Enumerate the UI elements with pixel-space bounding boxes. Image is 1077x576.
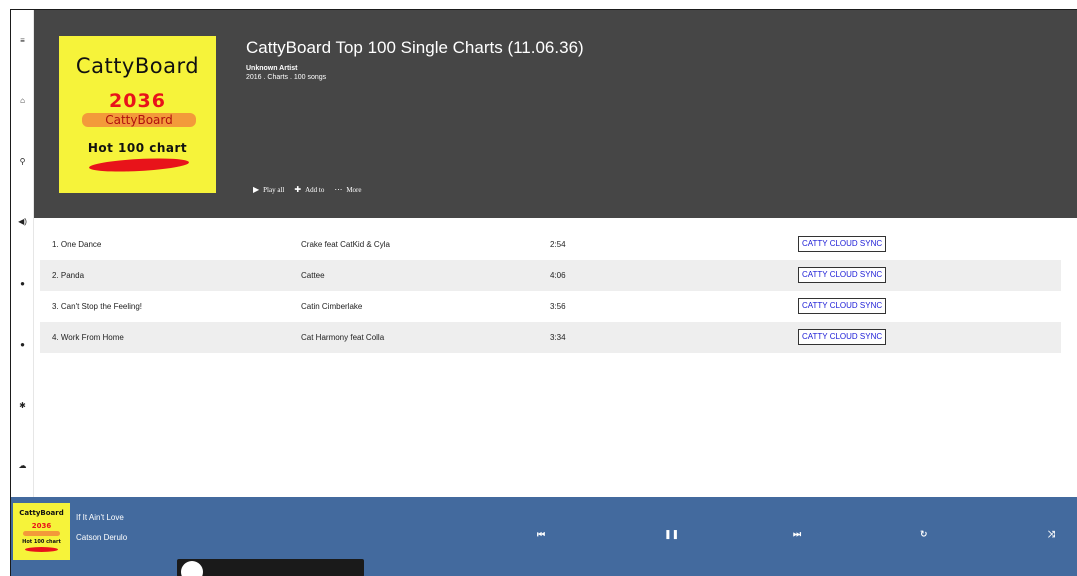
cloud-sync-button[interactable]: CATTY CLOUD SYNC [798,298,887,314]
album-title: CattyBoard Top 100 Single Charts (11.06.… [246,38,584,57]
play-all-label: Play all [263,185,285,194]
track-artist: Cattee [301,271,325,280]
sidebar: ≡ ⌂ ⚲ ◀) ● ● ✱ ☁ [11,10,34,497]
track-artist: Catin Cimberlake [301,302,363,311]
track-title: 4. Work From Home [52,333,124,342]
mini-cover-hot-label: Hot 100 chart [22,539,61,545]
toolbar-handle-icon[interactable] [181,561,203,576]
user-icon[interactable]: ● [11,279,34,289]
cloud-sync-button[interactable]: CATTY CLOUD SYNC [798,236,887,252]
app-window: ≡ ⌂ ⚲ ◀) ● ● ✱ ☁ CattyBoard 2036 CattyBo… [10,9,1077,576]
track-artist: Crake feat CatKid & Cyla [301,240,390,249]
track-title: 1. One Dance [52,240,102,249]
cover-hot-label: Hot 100 chart [87,141,188,155]
mini-cover-swoosh [25,547,58,552]
track-row[interactable]: 1. One Dance Crake feat CatKid & Cyla 2:… [40,229,1061,260]
mini-cover-band [23,531,60,536]
track-title: 2. Panda [52,271,85,280]
mini-cover-year: 2036 [31,522,52,530]
plus-icon: ✚ [294,185,302,194]
ellipsis-icon: ⋯ [334,185,343,194]
cover-swoosh [88,156,190,174]
soundcloud-icon[interactable]: ☁ [11,461,34,471]
cover-year: 2036 [109,90,166,112]
album-header: CattyBoard 2036 CattyBoard Hot 100 chart… [34,10,1077,218]
now-playing-artist: Catson Derulo [76,533,128,542]
track-duration: 3:34 [550,333,566,342]
album-meta: 2016 . Charts . 100 songs [246,74,327,81]
album-actions: ▶ Play all ✚ Add to ⋯ More [253,185,361,194]
track-row[interactable]: 3. Can't Stop the Feeling! Catin Cimberl… [40,291,1061,322]
track-artist: Cat Harmony feat Colla [301,333,385,342]
cloud-sync-button[interactable]: CATTY CLOUD SYNC [798,329,887,345]
track-duration: 4:06 [550,271,566,280]
now-playing-cover[interactable]: CattyBoard 2036 Hot 100 chart [13,503,70,560]
shuffle-icon[interactable]: ⤨ [1048,530,1055,540]
track-title: 3. Can't Stop the Feeling! [52,302,143,311]
cloud-sync-button[interactable]: CATTY CLOUD SYNC [798,267,887,283]
play-icon: ▶ [253,185,260,194]
pause-icon[interactable]: ❚❚ [664,530,679,540]
track-duration: 3:56 [550,302,566,311]
track-duration: 2:54 [550,240,566,249]
home-icon[interactable]: ⌂ [11,96,34,106]
cover-subtitle: CattyBoard [82,113,196,127]
more-label: More [346,185,362,194]
player-bar: CattyBoard 2036 Hot 100 chart If It Ain'… [11,497,1077,576]
floating-toolbar [177,559,364,576]
spotify-icon[interactable]: ● [11,340,34,350]
search-icon[interactable]: ⚲ [11,157,34,167]
volume-icon[interactable]: ◀) [11,217,34,227]
more-button[interactable]: ⋯ More [334,185,361,194]
add-to-button[interactable]: ✚ Add to [294,185,324,194]
previous-icon[interactable]: ⏮ [537,530,545,540]
now-playing-title: If It Ain't Love [76,513,124,522]
mini-cover-brand: CattyBoard [19,509,64,517]
repeat-icon[interactable]: ↻ [920,530,928,540]
menu-icon[interactable]: ≡ [11,36,34,46]
play-all-button[interactable]: ▶ Play all [253,185,284,194]
next-icon[interactable]: ⏭ [793,530,801,540]
track-row[interactable]: 4. Work From Home Cat Harmony feat Colla… [40,322,1061,353]
album-artist: Unknown Artist [246,65,298,72]
track-row[interactable]: 2. Panda Cattee 4:06 CATTY CLOUD SYNC [40,260,1061,291]
add-to-label: Add to [305,185,325,194]
album-cover: CattyBoard 2036 CattyBoard Hot 100 chart [59,36,216,193]
settings-icon[interactable]: ✱ [11,401,34,411]
cover-brand: CattyBoard [75,54,200,78]
track-list: 1. One Dance Crake feat CatKid & Cyla 2:… [40,229,1061,353]
